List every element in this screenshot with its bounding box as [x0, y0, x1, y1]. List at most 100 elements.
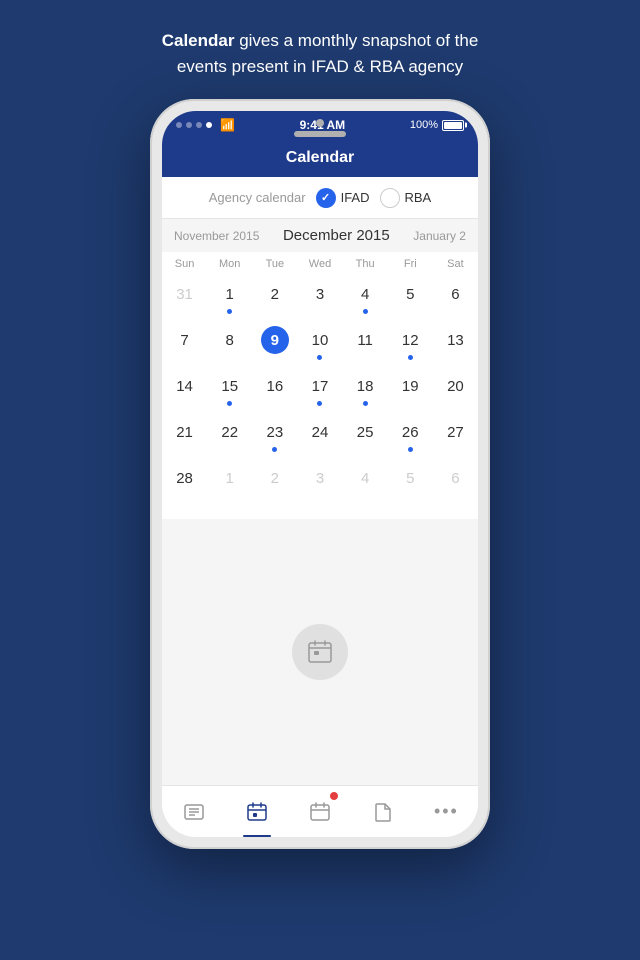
day-number: 20 [441, 372, 469, 400]
tab-list[interactable] [162, 786, 225, 837]
more-dots-icon: ••• [434, 801, 459, 822]
calendar-day[interactable]: 24 [297, 414, 342, 456]
calendar-day[interactable]: 13 [433, 322, 478, 364]
list-icon [183, 801, 205, 823]
calendar-day[interactable]: 2 [252, 460, 297, 502]
signal-dot-3 [196, 122, 202, 128]
calendar-day[interactable]: 4 [343, 276, 388, 318]
calendar-day[interactable]: 26 [388, 414, 433, 456]
day-number: 28 [171, 464, 199, 492]
day-number: 1 [216, 280, 244, 308]
day-header-fri: Fri [388, 258, 433, 270]
ifad-option[interactable]: IFAD [316, 188, 370, 208]
phone-frame: 📶 9:41 AM 100% Calendar Agency calendar … [150, 99, 490, 849]
day-header-mon: Mon [207, 258, 252, 270]
calendar-week-1: 31 123456 [162, 274, 478, 320]
calendar-day[interactable]: 5 [388, 276, 433, 318]
empty-area [162, 519, 478, 786]
day-number: 19 [396, 372, 424, 400]
camera-dot [316, 119, 324, 127]
header-bold: Calendar [162, 31, 235, 50]
calendar-day[interactable]: 20 [433, 368, 478, 410]
calendar-icon [306, 638, 334, 666]
tab-doc[interactable] [352, 786, 415, 837]
ifad-label: IFAD [341, 190, 370, 205]
nav-bar: Calendar [162, 139, 478, 177]
calendar-day[interactable]: 27 [433, 414, 478, 456]
day-number: 26 [396, 418, 424, 446]
battery-pct: 100% [410, 119, 438, 131]
calendar-day[interactable]: 3 [297, 460, 342, 502]
calendar-day[interactable]: 7 [162, 322, 207, 364]
tab-calendar-badge[interactable] [288, 786, 351, 837]
calendar-day[interactable]: 10 [297, 322, 342, 364]
doc-icon [372, 801, 394, 823]
calendar-day[interactable]: 23 [252, 414, 297, 456]
tab-more[interactable]: ••• [415, 786, 478, 837]
calendar-grid: Sun Mon Tue Wed Thu Fri Sat 311234567891… [162, 252, 478, 519]
rba-radio-unchecked[interactable] [380, 188, 400, 208]
day-number: 10 [306, 326, 334, 354]
day-number: 2 [261, 280, 289, 308]
next-month[interactable]: January 2 [413, 229, 466, 243]
rba-option[interactable]: RBA [380, 188, 432, 208]
day-number: 18 [351, 372, 379, 400]
day-number: 21 [171, 418, 199, 446]
calendar-day[interactable]: 8 [207, 322, 252, 364]
calendar-weeks: 3112345678910111213141516171819202122232… [162, 274, 478, 504]
phone-top-decoration [294, 119, 346, 137]
signal-dot-4 [206, 122, 212, 128]
day-headers: Sun Mon Tue Wed Thu Fri Sat [162, 252, 478, 274]
prev-month[interactable]: November 2015 [174, 229, 259, 243]
calendar-badge-icon [309, 801, 331, 823]
tab-calendar[interactable] [225, 786, 288, 837]
event-dot [363, 309, 368, 314]
day-number: 5 [396, 464, 424, 492]
calendar-day[interactable]: 2 [252, 276, 297, 318]
day-number: 6 [441, 280, 469, 308]
calendar-day[interactable]: 19 [388, 368, 433, 410]
event-dot [363, 401, 368, 406]
notification-badge [330, 792, 338, 800]
agency-filter: Agency calendar IFAD RBA [162, 177, 478, 219]
day-number: 24 [306, 418, 334, 446]
event-dot [317, 401, 322, 406]
header-text: Calendar gives a monthly snapshot of the… [112, 0, 529, 99]
day-number: 31 [171, 280, 199, 308]
tab-bar: ••• [162, 785, 478, 837]
header-line2: events present in IFAD & RBA agency [177, 57, 463, 76]
day-number: 6 [441, 464, 469, 492]
calendar-day[interactable]: 28 [162, 460, 207, 502]
day-number: 1 [216, 464, 244, 492]
calendar-day[interactable]: 17 [297, 368, 342, 410]
phone-screen: 📶 9:41 AM 100% Calendar Agency calendar … [162, 111, 478, 837]
event-dot [408, 355, 413, 360]
day-header-sat: Sat [433, 258, 478, 270]
calendar-day[interactable]: 6 [433, 276, 478, 318]
calendar-day[interactable]: 15 [207, 368, 252, 410]
speaker-slot [294, 131, 346, 137]
month-scroll[interactable]: November 2015 December 2015 January 2 [162, 219, 478, 252]
calendar-day[interactable]: 1 [207, 460, 252, 502]
calendar-day[interactable]: 4 [343, 460, 388, 502]
calendar-day[interactable]: 6 [433, 460, 478, 502]
calendar-day[interactable]: 11 [343, 322, 388, 364]
event-dot [317, 355, 322, 360]
day-number: 17 [306, 372, 334, 400]
calendar-day[interactable]: 9 [252, 322, 297, 364]
calendar-day[interactable]: 14 [162, 368, 207, 410]
ifad-radio-checked[interactable] [316, 188, 336, 208]
calendar-day[interactable]: 31 [162, 276, 207, 318]
calendar-day[interactable]: 25 [343, 414, 388, 456]
calendar-day[interactable]: 1 [207, 276, 252, 318]
rba-label: RBA [405, 190, 432, 205]
calendar-day[interactable]: 22 [207, 414, 252, 456]
calendar-day[interactable]: 16 [252, 368, 297, 410]
calendar-week-4: 21 2223 24 25 26 27 [162, 412, 478, 458]
calendar-day[interactable]: 21 [162, 414, 207, 456]
calendar-day[interactable]: 5 [388, 460, 433, 502]
calendar-day[interactable]: 3 [297, 276, 342, 318]
current-month: December 2015 [283, 227, 390, 244]
calendar-day[interactable]: 12 [388, 322, 433, 364]
calendar-day[interactable]: 18 [343, 368, 388, 410]
